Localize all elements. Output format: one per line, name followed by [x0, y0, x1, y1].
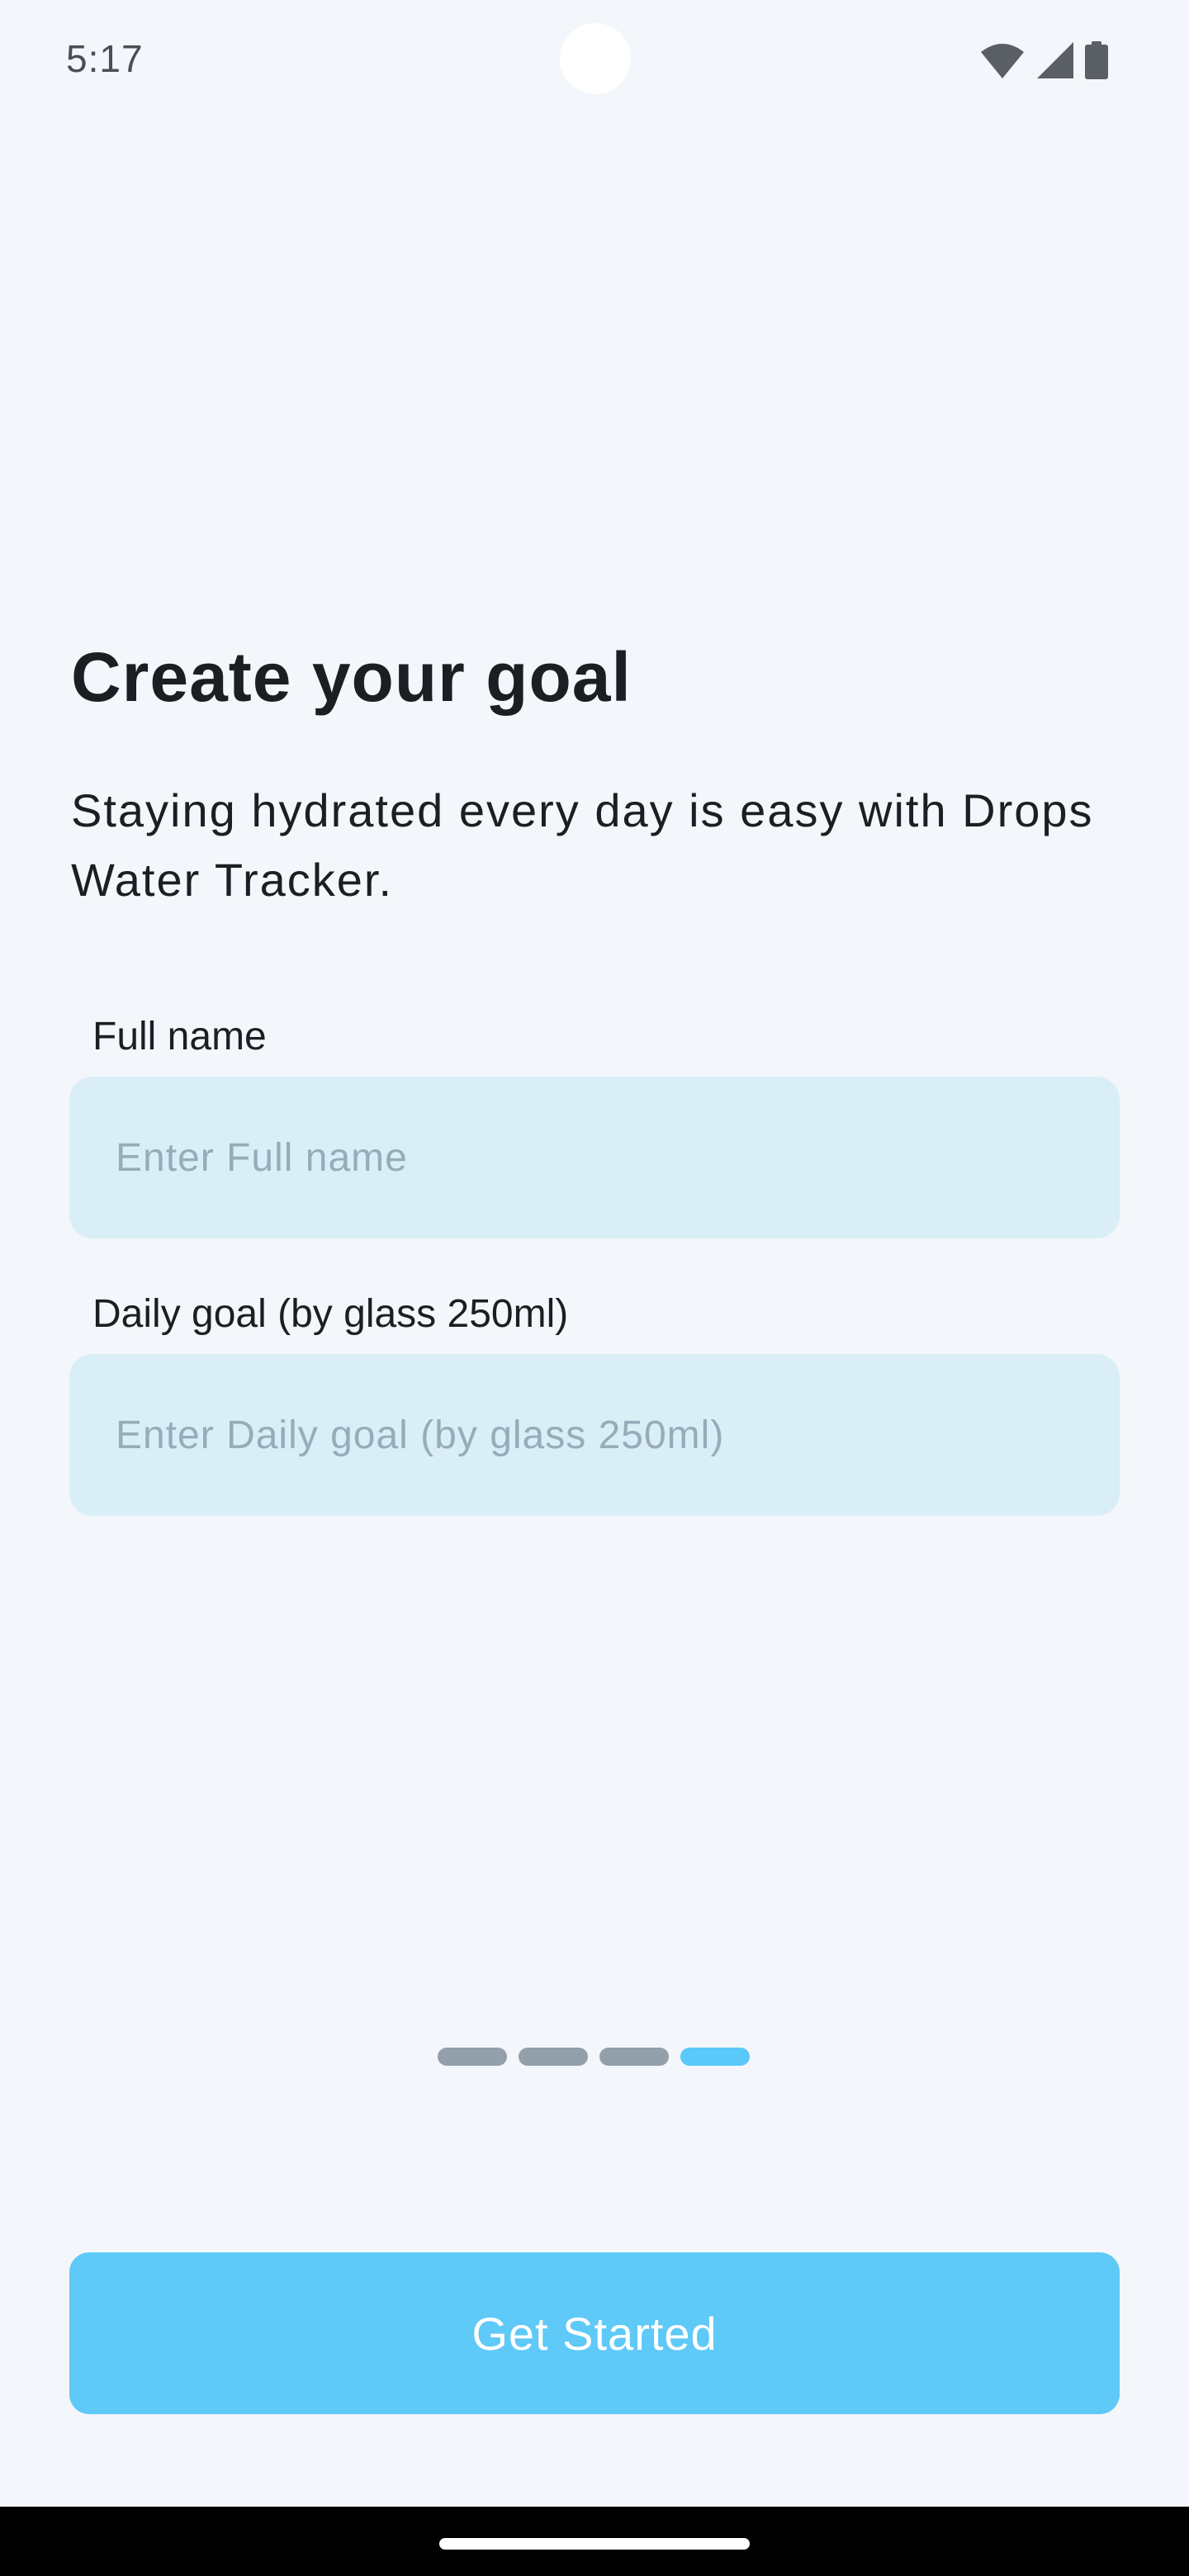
page-dot — [599, 2048, 669, 2066]
full-name-input[interactable] — [69, 1077, 1120, 1238]
daily-goal-input[interactable] — [69, 1354, 1120, 1516]
page-indicator — [438, 2048, 750, 2066]
camera-cutout — [560, 23, 631, 94]
full-name-label: Full name — [92, 1015, 267, 1058]
battery-icon — [1085, 41, 1108, 79]
get-started-button[interactable]: Get Started — [69, 2252, 1120, 2414]
page-subtitle: Staying hydrated every day is easy with … — [71, 784, 1094, 906]
navigation-bar — [0, 2507, 1189, 2576]
cellular-signal-icon — [1037, 42, 1073, 78]
home-gesture-handle[interactable] — [439, 2538, 750, 2550]
status-icons — [979, 41, 1108, 79]
page-title: Create your goal — [71, 638, 632, 716]
status-time: 5:17 — [66, 37, 144, 80]
status-bar: 5:17 — [0, 0, 1189, 124]
page-dot — [519, 2048, 588, 2066]
daily-goal-label: Daily goal (by glass 250ml) — [92, 1292, 569, 1336]
page-dot-active — [680, 2048, 750, 2066]
page-dot — [438, 2048, 507, 2066]
wifi-icon — [979, 42, 1026, 78]
